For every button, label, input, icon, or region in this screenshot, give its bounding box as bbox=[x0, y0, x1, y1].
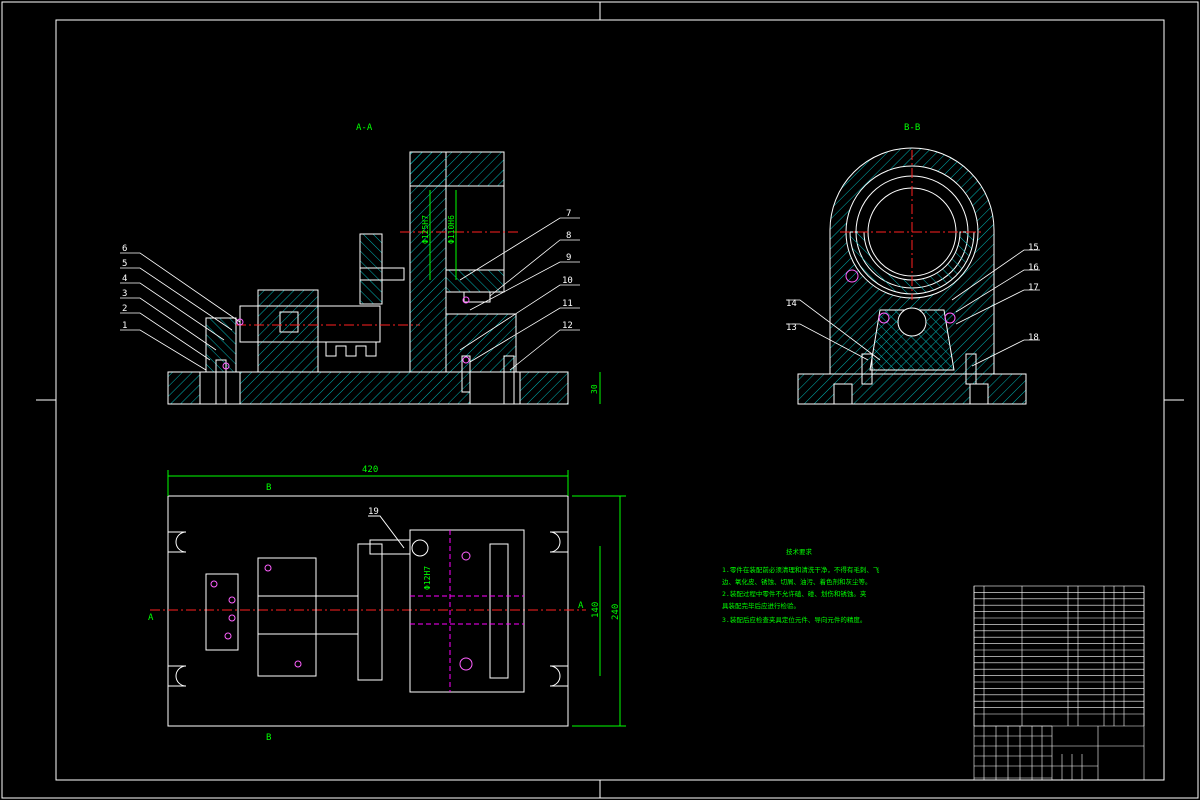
callout-18: 18 bbox=[1028, 333, 1039, 343]
bore-dim-2: Φ110H6 bbox=[447, 215, 456, 244]
note-line-3: 2.装配过程中零件不允许磕、碰、划伤和锈蚀。夹 bbox=[722, 589, 867, 598]
note-line-1: 1.零件在装配前必须清理和清洗干净，不得有毛刺、飞 bbox=[722, 565, 880, 574]
base-height-dim: 30 bbox=[590, 384, 599, 394]
callout-17: 17 bbox=[1028, 283, 1039, 293]
callout-5: 5 bbox=[122, 259, 127, 269]
left-support-block bbox=[205, 317, 237, 373]
side-base bbox=[797, 373, 1027, 405]
shaft-block bbox=[257, 289, 319, 373]
callout-15: 15 bbox=[1028, 243, 1039, 253]
section-marker-b-bottom: B bbox=[266, 733, 271, 743]
handle bbox=[359, 233, 383, 305]
callout-1: 1 bbox=[122, 321, 127, 331]
section-aa-view: A-A Φ125H7 Φ110H6 30 6 5 4 3 2 1 7 8 9 1… bbox=[120, 123, 601, 405]
overall-length-dim: 420 bbox=[362, 465, 378, 475]
callout-3: 3 bbox=[122, 289, 127, 299]
note-line-2: 边、氧化皮、锈蚀、切屑、油污、着色剂和灰尘等。 bbox=[722, 577, 872, 586]
bore-dim-1: Φ125H7 bbox=[421, 215, 430, 244]
section-marker-a-right: A bbox=[578, 601, 584, 611]
callout-13: 13 bbox=[786, 323, 797, 333]
technical-notes: 技术要求 1.零件在装配前必须清理和清洗干净，不得有毛刺、飞 边、氧化皮、锈蚀、… bbox=[722, 547, 880, 624]
callout-7: 7 bbox=[566, 209, 571, 219]
drawing-sheet: A-A Φ125H7 Φ110H6 30 6 5 4 3 2 1 7 8 9 1… bbox=[1, 1, 1199, 799]
callout-12: 12 bbox=[562, 321, 573, 331]
section-aa-title: A-A bbox=[356, 123, 373, 133]
pin-dia-dim: Φ12H7 bbox=[423, 566, 432, 590]
overall-width-dim: 240 bbox=[611, 604, 621, 620]
callout-2: 2 bbox=[122, 304, 127, 314]
callout-4: 4 bbox=[122, 274, 127, 284]
bushing-housing bbox=[409, 151, 505, 187]
section-bb-view: B-B 14 13 15 16 17 18 bbox=[786, 123, 1040, 405]
callout-11: 11 bbox=[562, 299, 573, 309]
section-bb-title: B-B bbox=[904, 123, 920, 133]
callout-8: 8 bbox=[566, 231, 571, 241]
callout-10: 10 bbox=[562, 276, 573, 286]
callout-6: 6 bbox=[122, 244, 127, 254]
callout-19: 19 bbox=[368, 507, 379, 517]
section-marker-b-top: B bbox=[266, 483, 271, 493]
top-view: 420 240 140 Φ12H7 A A B B 19 bbox=[148, 465, 626, 743]
parts-list-table bbox=[973, 585, 1145, 781]
inner-width-dim: 140 bbox=[591, 602, 601, 618]
callout-16: 16 bbox=[1028, 263, 1039, 273]
notes-heading: 技术要求 bbox=[786, 547, 813, 556]
callout-9: 9 bbox=[566, 253, 571, 263]
note-line-4: 具装配完毕后应进行检验。 bbox=[722, 601, 800, 610]
note-line-5: 3.装配后应检查夹具定位元件、导向元件的精度。 bbox=[722, 615, 866, 624]
section-marker-a-left: A bbox=[148, 613, 154, 623]
callout-14: 14 bbox=[786, 299, 797, 309]
